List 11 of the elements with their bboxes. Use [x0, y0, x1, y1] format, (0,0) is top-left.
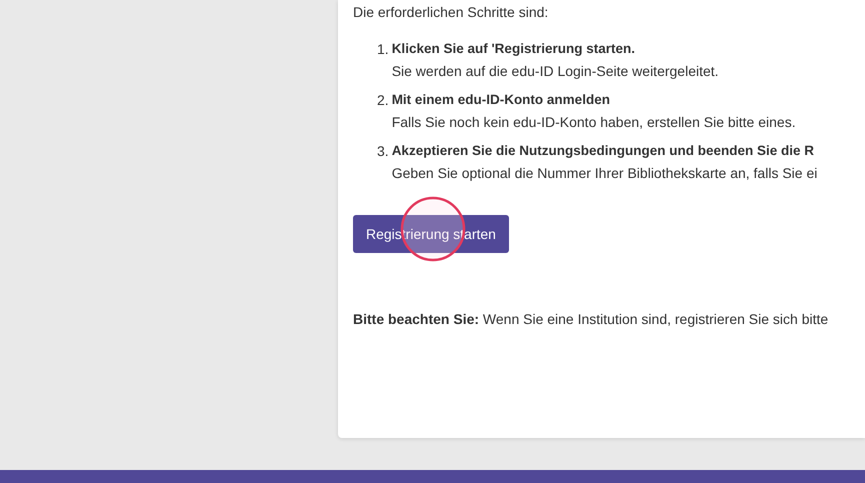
step-title: Klicken Sie auf 'Registrierung starten.	[392, 40, 636, 58]
step-description: Geben Sie optional die Nummer Ihrer Bibliothekskarte an, falls Sie ei	[392, 164, 818, 183]
step-title: Mit einem edu-ID-Konto anmelden	[392, 91, 611, 109]
step-number: 1.	[377, 40, 389, 59]
intro-text: Die erforderlichen Schritte sind:	[353, 3, 550, 22]
step-title: Akzeptieren Sie die Nutzungsbedingungen und beenden Sie die R	[392, 142, 815, 160]
note-text: Bitte beachten Sie: Wenn Sie eine Institution sind, registrieren Sie sich bitte	[353, 310, 830, 329]
step-number: 3.	[377, 142, 389, 161]
step-description: Falls Sie noch kein edu-ID-Konto haben, erstellen Sie bitte eines.	[392, 113, 796, 132]
step-description: Sie werden auf die edu-ID Login-Seite weitergeleitet.	[392, 62, 719, 81]
step-number: 2.	[377, 91, 389, 110]
